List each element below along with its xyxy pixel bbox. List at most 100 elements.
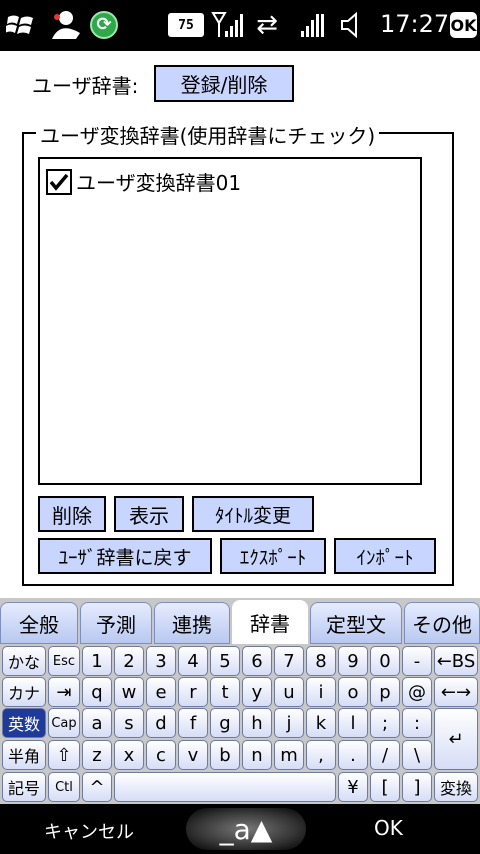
delete-button[interactable]: 削除 bbox=[38, 496, 106, 532]
key-3-2[interactable]: z bbox=[82, 740, 112, 770]
key-1-9[interactable]: i bbox=[306, 677, 336, 707]
list-item[interactable]: ユーザ変換辞書01 bbox=[46, 167, 241, 196]
key-0-4[interactable]: 3 bbox=[146, 646, 176, 676]
key-0-5[interactable]: 4 bbox=[178, 646, 208, 676]
tab-other[interactable]: その他 bbox=[404, 602, 480, 644]
key-3-1[interactable]: ⇧ bbox=[48, 740, 80, 770]
key-4-6[interactable]: ] bbox=[402, 772, 432, 802]
key-1-1[interactable]: ⇥ bbox=[48, 677, 80, 707]
key-0-8[interactable]: 7 bbox=[274, 646, 304, 676]
key-3-10[interactable]: . bbox=[338, 740, 368, 770]
key-0-12[interactable]: - bbox=[402, 646, 432, 676]
key-0-10[interactable]: 9 bbox=[338, 646, 368, 676]
key-2-9[interactable]: k bbox=[306, 708, 336, 738]
key-0-2[interactable]: 1 bbox=[82, 646, 112, 676]
key-3-12[interactable]: \ bbox=[402, 740, 432, 770]
key-2-13[interactable]: ↵ bbox=[434, 708, 478, 770]
key-0-0[interactable]: かな bbox=[2, 646, 46, 676]
key-4-1[interactable]: Ctl bbox=[48, 772, 80, 802]
tab-general[interactable]: 全般 bbox=[0, 602, 78, 644]
key-3-6[interactable]: b bbox=[210, 740, 240, 770]
key-4-5[interactable]: [ bbox=[370, 772, 400, 802]
key-2-7[interactable]: h bbox=[242, 708, 272, 738]
key-1-8[interactable]: u bbox=[274, 677, 304, 707]
status-bar: ⟳ 75 ⇄ 17:27 OK bbox=[0, 0, 480, 51]
tab-dictionary[interactable]: 辞書 bbox=[232, 600, 308, 644]
checkmark-icon bbox=[49, 173, 69, 191]
key-3-9[interactable]: , bbox=[306, 740, 336, 770]
battery-icon: 75 bbox=[166, 8, 206, 42]
key-2-3[interactable]: s bbox=[114, 708, 144, 738]
key-3-0[interactable]: 半角 bbox=[2, 740, 46, 770]
key-4-4[interactable]: ¥ bbox=[338, 772, 368, 802]
key-2-11[interactable]: ; bbox=[370, 708, 400, 738]
key-2-5[interactable]: f bbox=[178, 708, 208, 738]
import-button[interactable]: ｲﾝﾎﾟｰﾄ bbox=[334, 538, 436, 574]
battery-level: 75 bbox=[168, 13, 204, 37]
key-1-4[interactable]: e bbox=[146, 677, 176, 707]
ok-softkey[interactable]: OK bbox=[374, 816, 403, 840]
key-2-12[interactable]: : bbox=[402, 708, 432, 738]
rename-title-button[interactable]: ﾀｲﾄﾙ変更 bbox=[192, 496, 314, 532]
key-1-13[interactable]: ←→ bbox=[434, 677, 478, 707]
data-connection-icon: ⇄ bbox=[256, 10, 278, 40]
key-1-10[interactable]: o bbox=[338, 677, 368, 707]
tab-templates[interactable]: 定型文 bbox=[310, 602, 402, 644]
key-0-7[interactable]: 6 bbox=[242, 646, 272, 676]
key-1-2[interactable]: q bbox=[82, 677, 112, 707]
key-1-5[interactable]: r bbox=[178, 677, 208, 707]
dictionary-checkbox[interactable] bbox=[46, 168, 72, 195]
user-presence-icon[interactable] bbox=[44, 8, 84, 42]
key-2-1[interactable]: Cap bbox=[48, 708, 80, 738]
key-3-11[interactable]: / bbox=[370, 740, 400, 770]
key-2-0[interactable]: 英数 bbox=[2, 708, 46, 738]
tab-link[interactable]: 連携 bbox=[154, 602, 230, 644]
sync-icon[interactable]: ⟳ bbox=[88, 8, 120, 42]
key-2-6[interactable]: g bbox=[210, 708, 240, 738]
volume-icon[interactable] bbox=[338, 8, 366, 42]
keyboard-tabs: 全般 予測 連携 辞書 定型文 その他 bbox=[0, 598, 480, 644]
key-3-5[interactable]: v bbox=[178, 740, 208, 770]
ok-button[interactable]: OK bbox=[450, 12, 477, 38]
tab-prediction[interactable]: 予測 bbox=[80, 602, 152, 644]
key-0-1[interactable]: Esc bbox=[48, 646, 80, 676]
key-4-0[interactable]: 記号 bbox=[2, 772, 46, 802]
key-3-7[interactable]: n bbox=[242, 740, 272, 770]
key-2-10[interactable]: l bbox=[338, 708, 368, 738]
key-0-9[interactable]: 8 bbox=[306, 646, 336, 676]
space-key[interactable] bbox=[114, 772, 336, 802]
return-to-user-dictionary-button[interactable]: ﾕｰｻﾞ辞書に戻す bbox=[38, 538, 212, 574]
key-1-0[interactable]: カナ bbox=[2, 677, 46, 707]
key-1-6[interactable]: t bbox=[210, 677, 240, 707]
clock-time[interactable]: 17:27 bbox=[380, 10, 449, 38]
windows-start-icon[interactable] bbox=[4, 8, 38, 42]
register-delete-button[interactable]: 登録/削除 bbox=[154, 65, 294, 102]
key-3-8[interactable]: m bbox=[274, 740, 304, 770]
key-1-11[interactable]: p bbox=[370, 677, 400, 707]
key-2-4[interactable]: d bbox=[146, 708, 176, 738]
key-0-13[interactable]: ←BS bbox=[434, 646, 478, 676]
key-3-4[interactable]: c bbox=[146, 740, 176, 770]
bottom-softkey-bar: キャンセル _a▲ OK bbox=[0, 804, 480, 854]
key-0-3[interactable]: 2 bbox=[114, 646, 144, 676]
list-item-label: ユーザ変換辞書01 bbox=[76, 171, 242, 195]
cancel-softkey[interactable]: キャンセル bbox=[44, 818, 134, 844]
show-button[interactable]: 表示 bbox=[114, 496, 184, 532]
user-dictionary-label: ユーザ辞書: bbox=[32, 74, 139, 98]
input-method-button[interactable]: _a▲ bbox=[186, 808, 306, 850]
key-2-2[interactable]: a bbox=[82, 708, 112, 738]
key-1-7[interactable]: y bbox=[242, 677, 272, 707]
wifi-signal-icon bbox=[298, 8, 332, 42]
key-4-2[interactable]: ^ bbox=[82, 772, 112, 802]
key-0-6[interactable]: 5 bbox=[210, 646, 240, 676]
dictionary-list[interactable]: ユーザ変換辞書01 bbox=[38, 157, 422, 485]
key-2-8[interactable]: j bbox=[274, 708, 304, 738]
key-3-3[interactable]: x bbox=[114, 740, 144, 770]
signal-strength-icon bbox=[210, 8, 244, 42]
key-1-3[interactable]: w bbox=[114, 677, 144, 707]
group-legend: ユーザ変換辞書(使用辞書にチェック) bbox=[36, 120, 380, 149]
export-button[interactable]: ｴｸｽﾎﾟｰﾄ bbox=[220, 538, 326, 574]
key-0-11[interactable]: 0 bbox=[370, 646, 400, 676]
key-1-12[interactable]: @ bbox=[402, 677, 432, 707]
key-4-7[interactable]: 変換 bbox=[434, 772, 478, 802]
